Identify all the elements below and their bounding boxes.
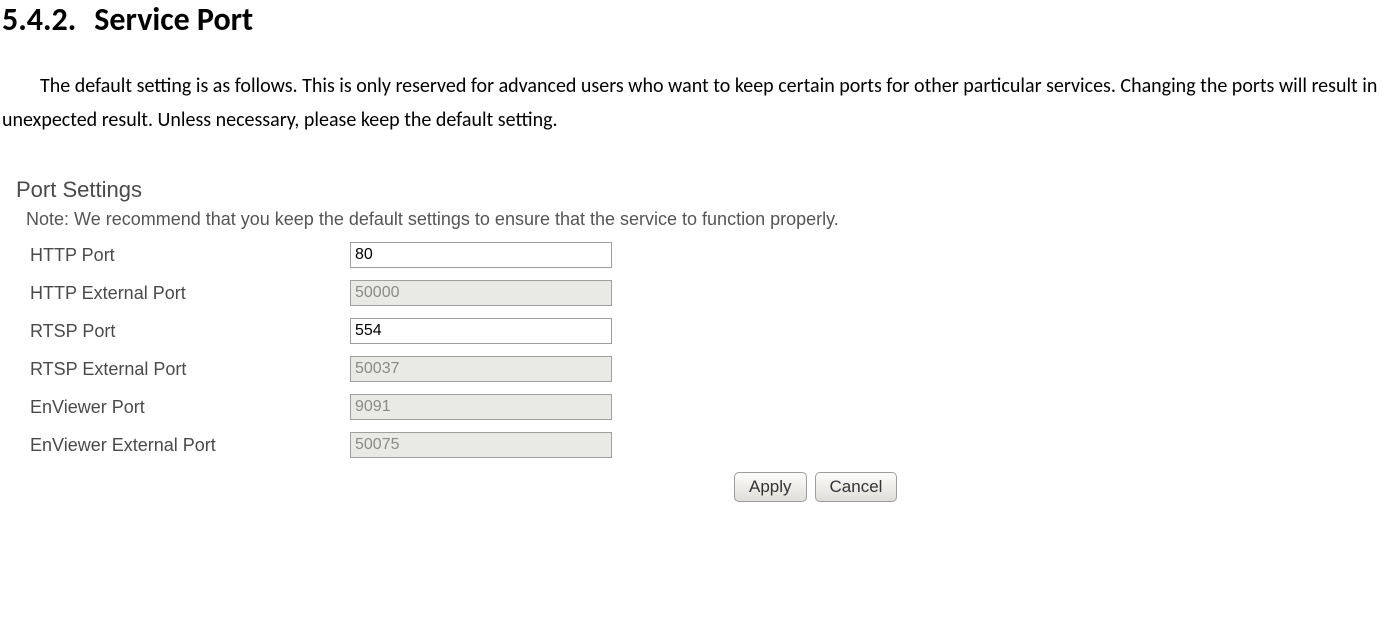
input-enviewer-port [350, 394, 612, 420]
form-row-enviewer-external-port: EnViewer External Port [30, 432, 976, 458]
port-settings-panel: Port Settings Note: We recommend that yo… [16, 177, 976, 502]
section-title: Service Port [94, 0, 253, 39]
label-enviewer-port: EnViewer Port [30, 397, 350, 418]
section-number: 5.4.2. [2, 0, 76, 39]
intro-paragraph: The default setting is as follows. This … [2, 69, 1393, 137]
input-http-port[interactable] [350, 242, 612, 268]
input-enviewer-external-port [350, 432, 612, 458]
apply-button[interactable]: Apply [734, 472, 807, 502]
form-row-http-port: HTTP Port [30, 242, 976, 268]
label-http-port: HTTP Port [30, 245, 350, 266]
input-rtsp-external-port [350, 356, 612, 382]
label-rtsp-external-port: RTSP External Port [30, 359, 350, 380]
input-rtsp-port[interactable] [350, 318, 612, 344]
input-http-external-port [350, 280, 612, 306]
cancel-button[interactable]: Cancel [815, 472, 898, 502]
label-enviewer-external-port: EnViewer External Port [30, 435, 350, 456]
label-rtsp-port: RTSP Port [30, 321, 350, 342]
form-area: HTTP Port HTTP External Port RTSP Port R… [30, 242, 976, 458]
panel-title: Port Settings [16, 177, 976, 203]
form-row-rtsp-port: RTSP Port [30, 318, 976, 344]
form-row-http-external-port: HTTP External Port [30, 280, 976, 306]
form-row-rtsp-external-port: RTSP External Port [30, 356, 976, 382]
intro-paragraph-text: The default setting is as follows. This … [2, 74, 1377, 132]
panel-note: Note: We recommend that you keep the def… [26, 209, 976, 230]
form-row-enviewer-port: EnViewer Port [30, 394, 976, 420]
label-http-external-port: HTTP External Port [30, 283, 350, 304]
button-row: Apply Cancel [734, 472, 976, 502]
section-heading: 5.4.2. Service Port [2, 0, 1393, 39]
